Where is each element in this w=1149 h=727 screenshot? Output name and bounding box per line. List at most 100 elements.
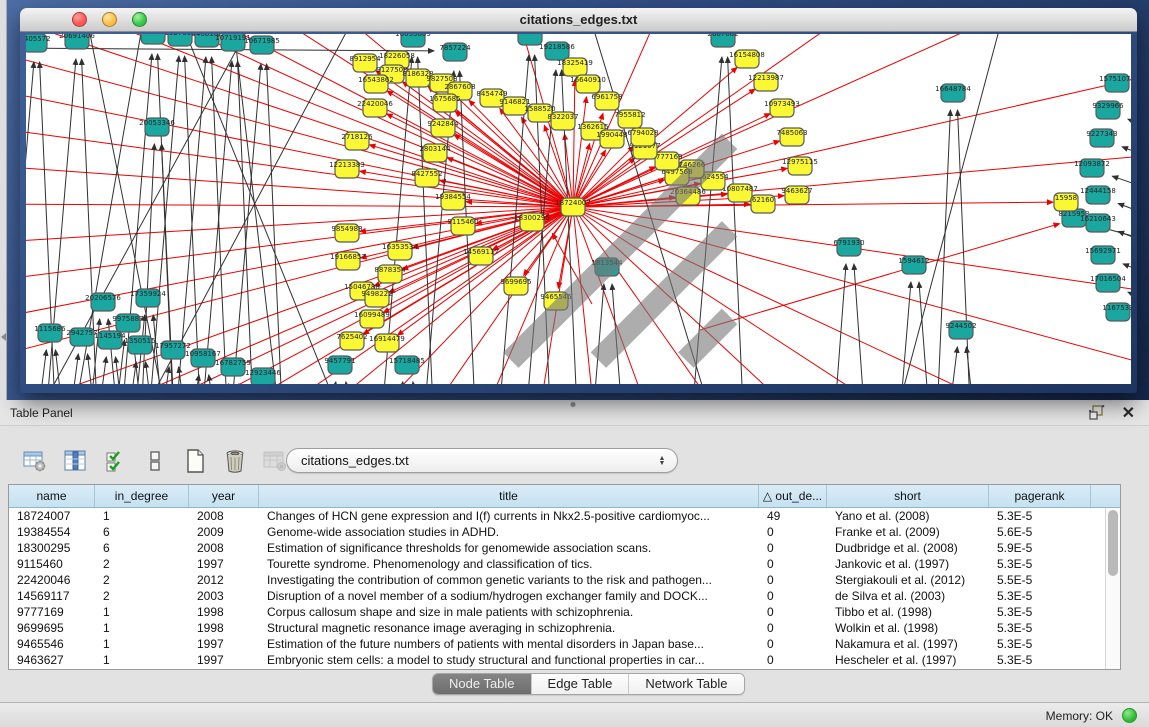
table-cell[interactable]: 1 bbox=[95, 636, 189, 652]
table-cell[interactable]: 2 bbox=[95, 572, 189, 588]
column-header-in-degree[interactable]: in_degree bbox=[95, 485, 189, 507]
table-cell[interactable]: 1997 bbox=[189, 636, 259, 652]
table-cell[interactable]: Tourette syndrome. Phenomenology and cla… bbox=[259, 556, 759, 572]
new-file-button[interactable] bbox=[180, 446, 210, 476]
table-cell[interactable]: 2012 bbox=[189, 572, 259, 588]
table-cell[interactable]: Wolkin et al. (1998) bbox=[827, 620, 989, 636]
table-cell[interactable]: Stergiakouli et al. (2012) bbox=[827, 572, 989, 588]
tab-edge-table[interactable]: Edge Table bbox=[531, 674, 629, 694]
resize-grip-icon[interactable] bbox=[26, 34, 1129, 382]
table-cell[interactable]: 1997 bbox=[189, 652, 259, 668]
table-cell[interactable]: 1 bbox=[95, 508, 189, 524]
table-selector-dropdown[interactable]: citations_edges.txt ▲▼ bbox=[286, 448, 678, 473]
table-cell[interactable]: 9465546 bbox=[9, 636, 95, 652]
table-cell[interactable]: 5.5E-5 bbox=[989, 572, 1091, 588]
column-header-name[interactable]: name bbox=[9, 485, 95, 507]
table-cell[interactable]: Embryonic stem cells: a model to study s… bbox=[259, 652, 759, 668]
table-cell[interactable]: Jankovic et al. (1997) bbox=[827, 556, 989, 572]
table-cell[interactable]: 0 bbox=[759, 604, 827, 620]
close-panel-icon[interactable]: ✕ bbox=[1122, 403, 1135, 423]
table-row[interactable]: 1456911722003Disruption of a novel membe… bbox=[9, 588, 1120, 604]
zoom-window-icon[interactable] bbox=[132, 12, 147, 27]
table-cell[interactable]: 18300295 bbox=[9, 540, 95, 556]
tab-network-table[interactable]: Network Table bbox=[628, 674, 743, 694]
table-row[interactable]: 1830029562008Estimation of significance … bbox=[9, 540, 1120, 556]
table-cell[interactable]: 5.3E-5 bbox=[989, 508, 1091, 524]
table-cell[interactable]: 1997 bbox=[189, 556, 259, 572]
table-cell[interactable]: 2 bbox=[95, 556, 189, 572]
table-cell[interactable]: 18724007 bbox=[9, 508, 95, 524]
table-cell[interactable]: de Silva et al. (2003) bbox=[827, 588, 989, 604]
table-cell[interactable]: 49 bbox=[759, 508, 827, 524]
table-cell[interactable]: 14569117 bbox=[9, 588, 95, 604]
table-cell[interactable]: 0 bbox=[759, 652, 827, 668]
table-cell[interactable]: 19384554 bbox=[9, 524, 95, 540]
table-cell[interactable]: Hescheler et al. (1997) bbox=[827, 652, 989, 668]
table-cell[interactable]: 0 bbox=[759, 540, 827, 556]
table-cell[interactable]: 5.6E-5 bbox=[989, 524, 1091, 540]
table-cell[interactable]: 5.3E-5 bbox=[989, 620, 1091, 636]
table-cell[interactable]: 1 bbox=[95, 652, 189, 668]
table-options-button[interactable] bbox=[20, 446, 50, 476]
table-cell[interactable]: 0 bbox=[759, 524, 827, 540]
table-cell[interactable]: 9463627 bbox=[9, 652, 95, 668]
table-cell[interactable]: Changes of HCN gene expression and I(f) … bbox=[259, 508, 759, 524]
table-cell[interactable]: 0 bbox=[759, 636, 827, 652]
table-cell[interactable]: 2003 bbox=[189, 588, 259, 604]
table-row[interactable]: 977716911998Corpus callosum shape and si… bbox=[9, 604, 1120, 620]
network-window-titlebar[interactable]: citations_edges.txt bbox=[20, 8, 1137, 32]
table-cell[interactable]: 6 bbox=[95, 524, 189, 540]
splitter-collapse-icon[interactable] bbox=[1, 333, 6, 341]
table-cell[interactable]: 1 bbox=[95, 604, 189, 620]
table-cell[interactable]: Investigating the contribution of common… bbox=[259, 572, 759, 588]
table-cell[interactable]: Tibbo et al. (1998) bbox=[827, 604, 989, 620]
table-cell[interactable]: 0 bbox=[759, 588, 827, 604]
table-cell[interactable]: 5.3E-5 bbox=[989, 588, 1091, 604]
table-cell[interactable]: 2 bbox=[95, 588, 189, 604]
table-cell[interactable]: 5.3E-5 bbox=[989, 556, 1091, 572]
table-cell[interactable]: Estimation of significance thresholds fo… bbox=[259, 540, 759, 556]
table-cell[interactable]: 1998 bbox=[189, 620, 259, 636]
table-cell[interactable]: 22420046 bbox=[9, 572, 95, 588]
table-cell[interactable]: 5.3E-5 bbox=[989, 604, 1091, 620]
table-row[interactable]: 1872400712008Changes of HCN gene express… bbox=[9, 508, 1120, 524]
table-cell[interactable]: 1 bbox=[95, 620, 189, 636]
table-cell[interactable]: 9699695 bbox=[9, 620, 95, 636]
column-header-out-degree[interactable]: △ out_de... bbox=[759, 485, 827, 507]
table-cell[interactable]: Nakamura et al. (1997) bbox=[827, 636, 989, 652]
table-cell[interactable]: 9115460 bbox=[9, 556, 95, 572]
memory-status-icon[interactable] bbox=[1122, 708, 1137, 723]
table-cell[interactable]: Genome-wide association studies in ADHD. bbox=[259, 524, 759, 540]
table-scrollbar[interactable] bbox=[1105, 508, 1120, 669]
network-view-window[interactable]: citations_edges.txt 24055722069140610653… bbox=[20, 8, 1137, 393]
column-header-title[interactable]: title bbox=[259, 485, 759, 507]
table-cell[interactable]: Estimation of the future numbers of pati… bbox=[259, 636, 759, 652]
table-row[interactable]: 2242004622012Investigating the contribut… bbox=[9, 572, 1120, 588]
table-scrollbar-thumb[interactable] bbox=[1108, 510, 1118, 576]
select-columns-button[interactable] bbox=[100, 446, 130, 476]
table-cell[interactable]: 0 bbox=[759, 572, 827, 588]
table-cell[interactable]: 0 bbox=[759, 620, 827, 636]
split-pane-grip[interactable] bbox=[567, 401, 579, 408]
delete-trash-button[interactable] bbox=[220, 446, 250, 476]
network-graph-canvas[interactable]: 2405572206914061065325715276029466162107… bbox=[26, 34, 1131, 384]
table-cell[interactable]: 2008 bbox=[189, 540, 259, 556]
table-cell[interactable]: 2009 bbox=[189, 524, 259, 540]
float-window-icon[interactable] bbox=[1089, 405, 1105, 421]
table-cell[interactable]: 6 bbox=[95, 540, 189, 556]
stacked-rows-button[interactable] bbox=[140, 446, 170, 476]
table-cell[interactable]: Corpus callosum shape and size in male p… bbox=[259, 604, 759, 620]
column-header-pagerank[interactable]: pagerank bbox=[989, 485, 1091, 507]
table-row[interactable]: 946554611997Estimation of the future num… bbox=[9, 636, 1120, 652]
table-cell[interactable]: 5.3E-5 bbox=[989, 652, 1091, 668]
table-cell[interactable]: 9777169 bbox=[9, 604, 95, 620]
tab-node-table[interactable]: Node Table bbox=[433, 674, 531, 694]
table-row[interactable]: 969969511998Structural magnetic resonanc… bbox=[9, 620, 1120, 636]
table-row[interactable]: 946362711997Embryonic stem cells: a mode… bbox=[9, 652, 1120, 668]
column-header-year[interactable]: year bbox=[189, 485, 259, 507]
show-columns-button[interactable] bbox=[60, 446, 90, 476]
table-cell[interactable]: 5.3E-5 bbox=[989, 636, 1091, 652]
column-header-short[interactable]: short bbox=[827, 485, 989, 507]
table-cell[interactable]: Dudbridge et al. (2008) bbox=[827, 540, 989, 556]
table-cell[interactable]: Yano et al. (2008) bbox=[827, 508, 989, 524]
